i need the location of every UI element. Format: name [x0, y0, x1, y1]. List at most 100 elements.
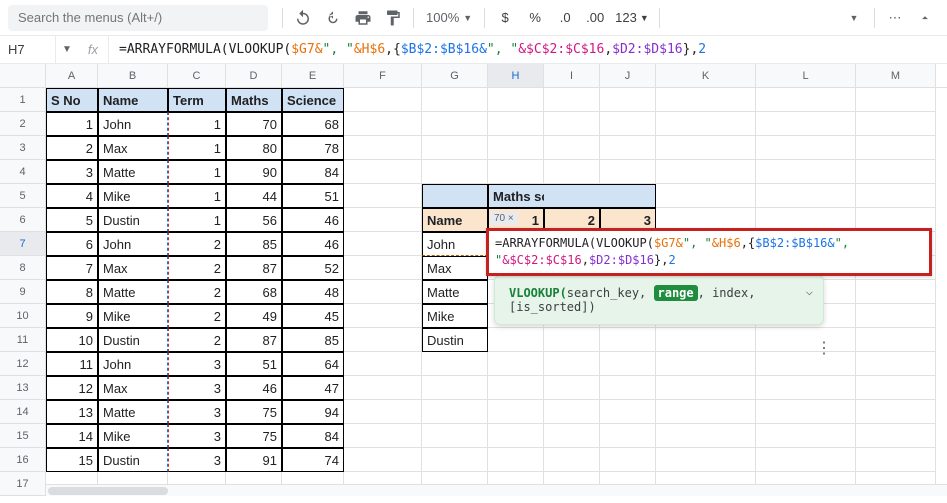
table-cell[interactable]: 12 [46, 376, 98, 400]
table-cell[interactable]: 3 [46, 160, 98, 184]
table-header-cell[interactable]: Name [98, 88, 168, 112]
table-header-cell[interactable]: S No [46, 88, 98, 112]
table-cell[interactable]: Max [98, 136, 168, 160]
table-cell[interactable]: 4 [46, 184, 98, 208]
row-header[interactable]: 16 [0, 448, 46, 472]
table-cell[interactable]: 70 [226, 112, 282, 136]
help-more-icon[interactable]: ⋮ [816, 338, 939, 490]
table-cell[interactable]: 51 [226, 352, 282, 376]
scrollbar-thumb[interactable] [48, 487, 168, 495]
table-cell[interactable]: 46 [282, 232, 344, 256]
table-cell[interactable]: 13 [46, 400, 98, 424]
side-name-cell[interactable]: Max [422, 256, 488, 280]
table-cell[interactable]: 8 [46, 280, 98, 304]
table-cell[interactable]: 3 [168, 424, 226, 448]
table-cell[interactable]: Dustin [98, 208, 168, 232]
table-cell[interactable]: 2 [168, 256, 226, 280]
spreadsheet-grid[interactable]: A B C D E F G H I J K L M 1 S No Name Te… [0, 64, 947, 496]
row-header[interactable]: 15 [0, 424, 46, 448]
row-header[interactable]: 3 [0, 136, 46, 160]
tooltip-collapse-icon[interactable]: ⌵ [806, 284, 813, 298]
table-cell[interactable]: 2 [168, 232, 226, 256]
expand-up-icon[interactable] [911, 4, 939, 32]
col-header[interactable]: G [422, 64, 488, 87]
col-header[interactable]: K [656, 64, 756, 87]
table-cell[interactable]: 46 [282, 208, 344, 232]
table-cell[interactable]: 2 [168, 280, 226, 304]
table-cell[interactable]: 6 [46, 232, 98, 256]
row-header[interactable]: 17 [0, 472, 46, 496]
row-header[interactable]: 2 [0, 112, 46, 136]
table-cell[interactable]: 2 [168, 304, 226, 328]
table-cell[interactable]: 87 [226, 256, 282, 280]
table-cell[interactable]: John [98, 112, 168, 136]
increase-decimal[interactable]: .00 [581, 4, 609, 32]
redo-icon[interactable] [319, 4, 347, 32]
table-cell[interactable]: 44 [226, 184, 282, 208]
more-icon[interactable]: ⋯ [881, 4, 909, 32]
row-header[interactable]: 5 [0, 184, 46, 208]
side-name-cell[interactable]: John [422, 232, 488, 256]
table-cell[interactable]: 75 [226, 400, 282, 424]
table-cell[interactable]: 9 [46, 304, 98, 328]
formula-input[interactable]: =ARRAYFORMULA(VLOOKUP($G7&", "&H$6,{$B$2… [109, 42, 716, 57]
table-cell[interactable]: 46 [226, 376, 282, 400]
menu-search-input[interactable] [8, 5, 268, 31]
zoom-dropdown[interactable]: 100%▼ [420, 10, 478, 25]
table-cell[interactable]: 56 [226, 208, 282, 232]
side-name-header[interactable]: Name [422, 208, 488, 232]
table-header-cell[interactable]: Maths [226, 88, 282, 112]
table-cell[interactable]: Mike [98, 184, 168, 208]
table-cell[interactable]: Max [98, 376, 168, 400]
table-cell[interactable]: 80 [226, 136, 282, 160]
col-header[interactable]: M [856, 64, 936, 87]
row-header[interactable]: 13 [0, 376, 46, 400]
select-all-corner[interactable] [0, 64, 46, 87]
table-cell[interactable]: Mike [98, 304, 168, 328]
table-cell[interactable]: 1 [168, 112, 226, 136]
format-currency[interactable]: $ [491, 4, 519, 32]
table-cell[interactable]: 84 [282, 424, 344, 448]
horizontal-scrollbar[interactable] [46, 484, 947, 496]
table-cell[interactable]: 1 [168, 208, 226, 232]
paint-format-icon[interactable] [379, 4, 407, 32]
table-cell[interactable]: 85 [282, 328, 344, 352]
col-header[interactable]: H [488, 64, 544, 87]
col-header[interactable]: C [168, 64, 226, 87]
table-cell[interactable]: 84 [282, 160, 344, 184]
col-header[interactable]: I [544, 64, 600, 87]
col-header[interactable]: E [282, 64, 344, 87]
table-cell[interactable]: 68 [282, 112, 344, 136]
decrease-decimal[interactable]: .0 [551, 4, 579, 32]
table-cell[interactable]: 2 [46, 136, 98, 160]
row-header[interactable]: 14 [0, 400, 46, 424]
font-dropdown-icon[interactable]: ▼ [840, 4, 868, 32]
table-cell[interactable]: 3 [168, 400, 226, 424]
table-cell[interactable]: 91 [226, 448, 282, 472]
table-cell[interactable]: 3 [168, 376, 226, 400]
formula-overlay[interactable]: =ARRAYFORMULA(VLOOKUP($G7&", "&H$6,{$B$2… [486, 228, 932, 276]
table-header-cell[interactable]: Term [168, 88, 226, 112]
side-name-cell[interactable]: Mike [422, 304, 488, 328]
row-header[interactable]: 8 [0, 256, 46, 280]
side-name-cell[interactable]: Dustin [422, 328, 488, 352]
name-box[interactable]: H7 [0, 36, 56, 63]
col-header[interactable]: D [226, 64, 282, 87]
table-cell[interactable]: 3 [168, 352, 226, 376]
row-header[interactable]: 12 [0, 352, 46, 376]
table-cell[interactable]: 14 [46, 424, 98, 448]
table-cell[interactable]: 78 [282, 136, 344, 160]
row-header[interactable]: 7 [0, 232, 46, 256]
table-cell[interactable]: 7 [46, 256, 98, 280]
table-cell[interactable]: 90 [226, 160, 282, 184]
table-cell[interactable]: 3 [168, 448, 226, 472]
table-cell[interactable]: 64 [282, 352, 344, 376]
table-cell[interactable]: Matte [98, 400, 168, 424]
table-cell[interactable]: 47 [282, 376, 344, 400]
row-header[interactable]: 11 [0, 328, 46, 352]
table-cell[interactable]: Dustin [98, 448, 168, 472]
row-header[interactable]: 1 [0, 88, 46, 112]
col-header[interactable]: L [756, 64, 856, 87]
col-header[interactable]: F [344, 64, 422, 87]
name-box-dropdown-icon[interactable]: ▼ [56, 44, 78, 55]
